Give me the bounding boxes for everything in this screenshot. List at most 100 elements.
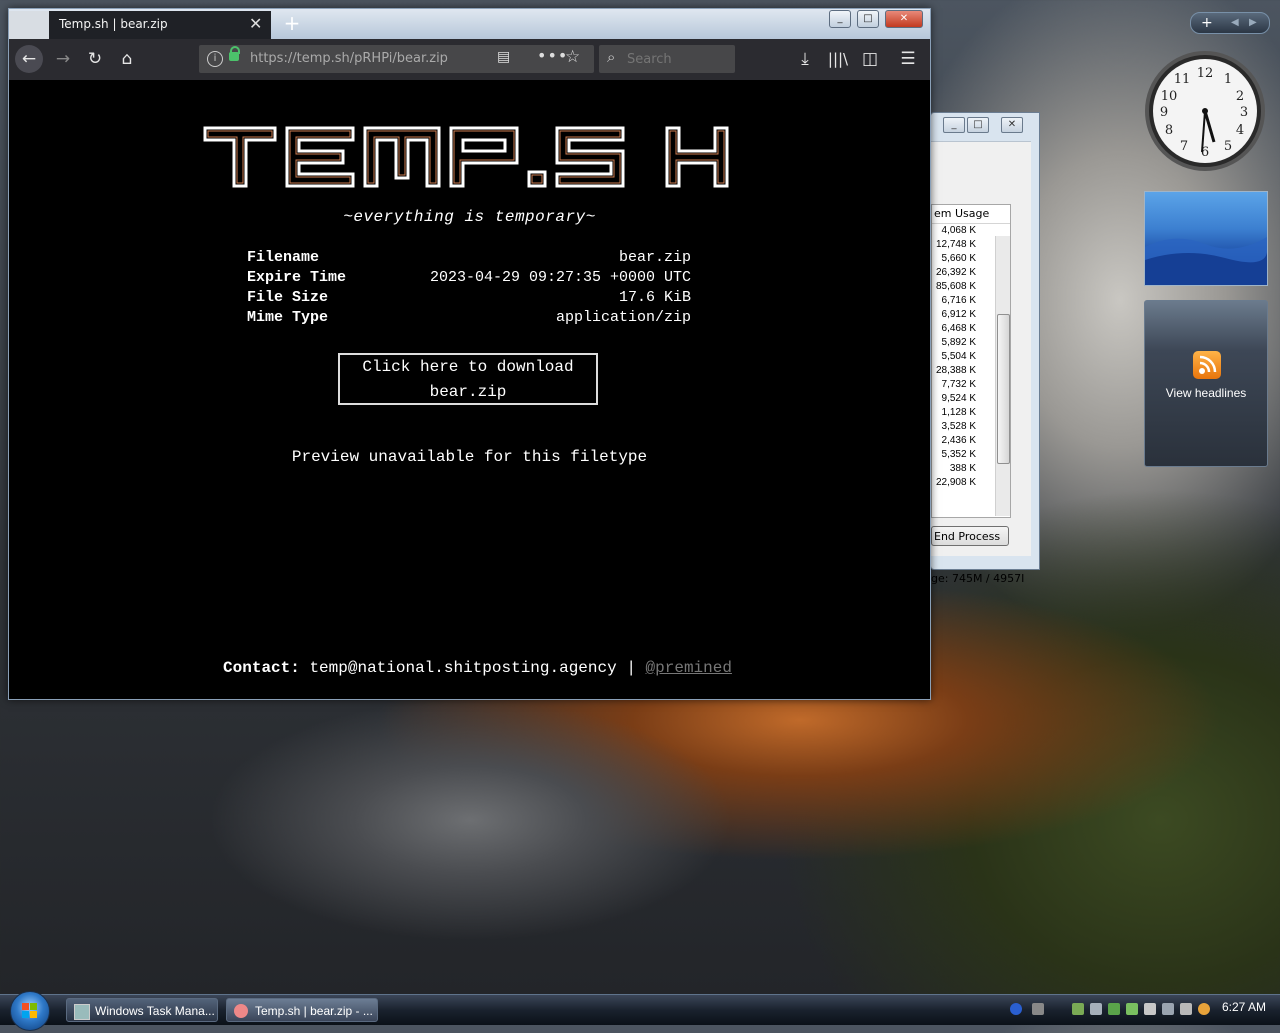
device-icon[interactable] [1162, 1003, 1174, 1015]
tray-expand-icon[interactable] [1032, 1003, 1044, 1015]
firefox-icon [234, 1004, 248, 1018]
meta-value: 17.6 KiB [618, 289, 691, 306]
next-gadget-icon[interactable]: ▶ [1249, 13, 1257, 33]
view-headlines-label[interactable]: View headlines [1145, 386, 1267, 400]
meta-row-size: File Size 17.6 KiB [247, 288, 691, 308]
taskbar-label: Windows Task Mana... [95, 1004, 215, 1018]
svg-text:2: 2 [1236, 89, 1244, 104]
url-bar[interactable]: i https://temp.sh/pRHPi/bear.zip ▤ ••• ☆ [199, 45, 594, 73]
downloads-icon[interactable]: ⤓ [795, 45, 815, 73]
contact-handle-link[interactable]: @premined [646, 659, 732, 677]
meta-row-mime: Mime Type application/zip [247, 308, 691, 328]
lock-icon [229, 46, 240, 61]
clock-gadget[interactable]: 12 12 345 678 91011 [1144, 50, 1266, 172]
gadget-controls[interactable]: + ◀ ▶ [1190, 12, 1270, 34]
close-window-button[interactable]: ✕ [885, 10, 923, 28]
feed-headlines-gadget[interactable]: View headlines [1144, 300, 1268, 467]
meta-key: Expire Time [247, 269, 347, 286]
search-box[interactable]: ⌕ [599, 45, 735, 73]
svg-text:8: 8 [1165, 123, 1173, 138]
display-icon[interactable] [1090, 1003, 1102, 1015]
bookmark-star-icon[interactable]: ☆ [565, 47, 580, 67]
menu-icon[interactable]: ☰ [897, 45, 919, 73]
tab-active[interactable]: Temp.sh | bear.zip ✕ [9, 11, 271, 39]
contact-footer: Contact: temp@national.shitposting.agenc… [9, 659, 930, 677]
svg-text:3: 3 [1240, 105, 1248, 120]
slideshow-gadget[interactable] [1144, 191, 1268, 286]
reload-button[interactable]: ↻ [83, 45, 107, 73]
svg-text:5: 5 [1224, 139, 1232, 154]
file-meta-table: Filename bear.zip Expire Time 2023-04-29 0… [247, 248, 691, 328]
meta-value: 2023-04-29 09:27:35 +0000 UTC [429, 269, 691, 286]
download-button[interactable]: Click here to download bear.zip [338, 353, 598, 405]
library-icon[interactable]: |||\ [827, 45, 849, 73]
start-button[interactable] [10, 991, 50, 1031]
tab-close-icon[interactable]: ✕ [249, 14, 262, 33]
svg-text:12: 12 [1197, 66, 1214, 81]
tm-close-button[interactable]: ✕ [1001, 117, 1023, 133]
network-icon[interactable] [1072, 1003, 1084, 1015]
security-icon[interactable] [1108, 1003, 1120, 1015]
search-tray-icon[interactable] [1198, 1003, 1210, 1015]
checkmark-icon[interactable] [1126, 1003, 1138, 1015]
minimize-button[interactable]: _ [829, 10, 851, 28]
new-tab-button[interactable]: + [281, 11, 303, 35]
contact-label: Contact: [223, 659, 300, 677]
tab-favicon-icon [9, 11, 49, 39]
mountain-image-icon [1145, 237, 1267, 285]
forward-button[interactable]: → [51, 45, 75, 73]
tm-body: em Usage 4,068 K 12,748 K 5,660 K 26,392 K8… [931, 141, 1031, 585]
search-input[interactable] [625, 51, 729, 68]
home-button[interactable]: ⌂ [115, 45, 139, 73]
temp-sh-logo [203, 126, 729, 188]
preview-message: Preview unavailable for this filetype [291, 448, 648, 466]
tm-maximize-button[interactable]: □ [967, 117, 989, 133]
add-gadget-icon[interactable]: + [1201, 13, 1213, 33]
taskbar-label: Temp.sh | bear.zip - ... [255, 1004, 373, 1018]
task-manager-icon [74, 1004, 90, 1020]
tm-scroll-thumb[interactable] [997, 314, 1010, 464]
task-manager-window[interactable]: _ □ ✕ em Usage 4,068 K 12,748 K 5,660 K 26,… [930, 112, 1040, 585]
contact-separator: | [626, 659, 636, 677]
taskbar: Windows Task Mana... Temp.sh | bear.zip … [0, 991, 1280, 1031]
meta-key: File Size [247, 289, 329, 306]
tm-minimize-button[interactable]: _ [943, 117, 965, 133]
document-icon[interactable] [1144, 1003, 1156, 1015]
maximize-button[interactable]: □ [857, 10, 879, 28]
prev-gadget-icon[interactable]: ◀ [1231, 13, 1239, 33]
page-content: ~everything is temporary~ Filename bear.z… [9, 80, 930, 699]
svg-text:11: 11 [1174, 72, 1191, 87]
url-host: https://temp.sh [250, 51, 350, 66]
url-text[interactable]: https://temp.sh/pRHPi/bear.zip [250, 51, 448, 66]
taskbar-task-manager[interactable]: Windows Task Mana... [66, 998, 218, 1022]
site-info-icon[interactable]: i [207, 51, 223, 67]
svg-text:10: 10 [1161, 89, 1178, 104]
navigation-toolbar: ← → ↻ ⌂ i https://temp.sh/pRHPi/bear.zip… [9, 39, 930, 80]
meta-value: application/zip [555, 309, 691, 326]
clock-time[interactable]: 6:27 AM [1222, 1000, 1266, 1014]
meta-key: Filename [247, 249, 320, 266]
contact-email[interactable]: temp@national.shitposting.agency [309, 659, 616, 677]
svg-text:9: 9 [1160, 105, 1168, 120]
sidebar-icon[interactable]: ◫ [859, 45, 881, 73]
taskbar-firefox[interactable]: Temp.sh | bear.zip - ... [226, 998, 378, 1022]
meta-value: bear.zip [618, 249, 691, 266]
keyboard-icon[interactable] [1180, 1003, 1192, 1015]
back-button[interactable]: ← [15, 45, 43, 73]
page-actions-icon[interactable]: ••• [537, 46, 568, 65]
tm-scrollbar[interactable] [995, 236, 1010, 516]
svg-text:1: 1 [1224, 72, 1232, 87]
download-label-line2: bear.zip [429, 383, 507, 401]
browser-window: Temp.sh | bear.zip ✕ + _ □ ✕ ← → ↻ ⌂ i h… [8, 8, 931, 700]
reader-view-icon[interactable]: ▤ [497, 49, 510, 65]
tm-status-text: ge: 745M / 4957I [931, 572, 1025, 585]
help-icon[interactable] [1010, 1003, 1022, 1015]
svg-text:7: 7 [1180, 139, 1188, 154]
tm-column-header[interactable]: em Usage [932, 205, 1010, 224]
rss-icon [1193, 351, 1221, 379]
tagline: ~everything is temporary~ [343, 208, 596, 226]
end-process-button[interactable]: End Process [931, 526, 1009, 546]
meta-key: Mime Type [247, 309, 329, 326]
tab-title: Temp.sh | bear.zip [59, 17, 168, 31]
search-icon: ⌕ [607, 48, 616, 66]
